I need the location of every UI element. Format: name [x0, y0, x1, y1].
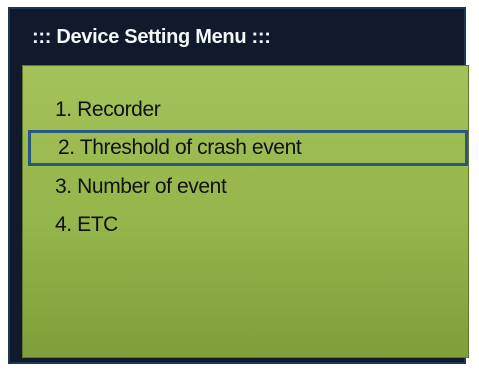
menu-panel: 1. Recorder 2. Threshold of crash event … — [22, 65, 469, 358]
menu-item-number-of-event[interactable]: 3. Number of event — [23, 169, 468, 205]
menu-item-label: 4. ETC — [55, 213, 118, 236]
menu-item-etc[interactable]: 4. ETC — [23, 207, 468, 243]
menu-item-threshold-of-crash-event-selected[interactable]: 2. Threshold of crash event — [28, 130, 468, 166]
menu-item-label: 1. Recorder — [55, 98, 161, 121]
menu-item-label: 2. Threshold of crash event — [58, 136, 302, 159]
menu-item-recorder[interactable]: 1. Recorder — [23, 92, 468, 128]
title-bar: ::: Device Setting Menu ::: — [10, 9, 464, 65]
menu-item-label: 3. Number of event — [55, 175, 227, 198]
device-setting-menu-window: ::: Device Setting Menu ::: 1. Recorder … — [8, 7, 469, 364]
menu-title: ::: Device Setting Menu ::: — [32, 25, 271, 48]
